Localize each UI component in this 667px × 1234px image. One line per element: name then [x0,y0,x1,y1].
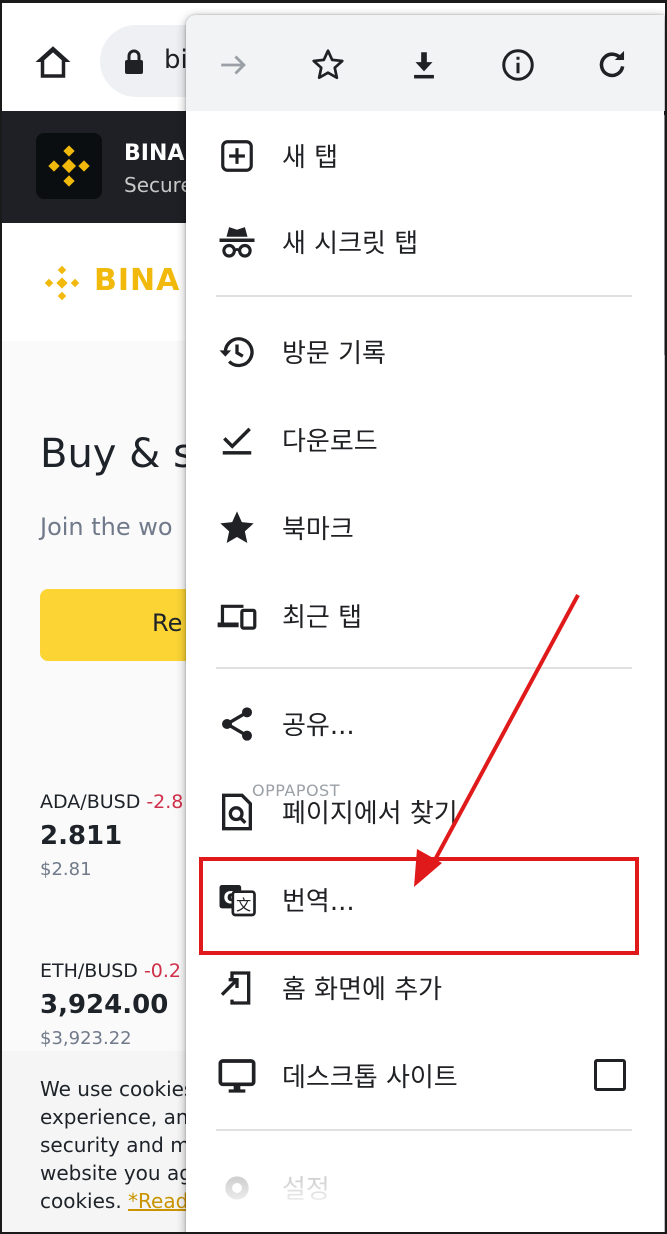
ticker-usd-price: $3,923.22 [40,1028,132,1049]
annotation-highlight-box [199,857,639,955]
watermark-text: OPPAPOST [252,781,340,800]
menu-item-label: 방문 기록 [282,339,386,369]
ticker-pair: ETH/BUSD -0.2 [40,960,181,982]
menu-item-label: 최근 탭 [282,603,363,633]
info-icon[interactable] [498,45,538,85]
menu-item-label: 새 탭 [282,143,339,173]
add-to-home-icon [216,967,258,1009]
ticker-pair-name: ADA/BUSD [40,791,141,813]
menu-item-label: 다운로드 [282,427,378,457]
menu-item-downloads[interactable]: 다운로드 [186,397,664,483]
cookie-line: experience, ana [40,1105,201,1129]
ticker-change: -0.2 [143,960,182,982]
ticker-pair: ADA/BUSD -2.8 [40,791,183,813]
menu-item-bookmarks[interactable]: 북마크 [186,485,664,571]
cookie-line: We use cookies [40,1077,195,1101]
share-icon [216,703,258,745]
menu-toolbar [186,15,664,111]
bookmark-star-icon [216,507,258,549]
menu-item-share[interactable]: 공유... [186,681,664,767]
menu-item-label: 북마크 [282,515,354,545]
menu-item-label: 새 시크릿 탭 [282,229,419,259]
hero-subtitle: Join the wo [40,513,173,541]
screenshot-frame: bi BINA Secure BINA Buy & s Join the wo … [0,0,667,1234]
lock-icon [122,49,146,75]
menu-item-history[interactable]: 방문 기록 [186,309,664,395]
desktop-site-checkbox[interactable] [594,1059,626,1091]
downloads-icon [216,419,258,461]
menu-item-label: 홈 화면에 추가 [282,975,443,1005]
home-icon[interactable] [32,41,74,83]
brand-wordmark[interactable]: BINA [94,263,180,298]
ticker-change: -2.8 [146,791,184,813]
cookie-line: website you ag [40,1161,192,1185]
menu-item-add-to-home-screen[interactable]: 홈 화면에 추가 [186,945,664,1031]
refresh-icon[interactable] [592,45,632,85]
app-banner-subtitle: Secure [124,173,193,197]
app-logo [36,133,102,199]
new-tab-icon [216,135,258,177]
menu-fade [186,1165,664,1232]
register-button-label: Re [152,609,183,637]
app-banner-title: BINA [124,141,185,166]
menu-item-desktop-site[interactable]: 데스크톱 사이트 [186,1033,664,1119]
menu-item-recent-tabs[interactable]: 최근 탭 [186,573,664,659]
cookie-line: cookies. [40,1189,129,1213]
cookie-line: security and ma [40,1133,202,1157]
incognito-icon [216,221,258,263]
download-icon[interactable] [404,45,444,85]
ticker-price: 3,924.00 [40,990,169,1020]
menu-divider [216,667,632,669]
ticker-usd-price: $2.81 [40,859,92,880]
star-outline-icon[interactable] [308,45,348,85]
ticker-item[interactable]: ETH/BUSD -0.2 3,924.00 $3,923.22 [40,960,181,1049]
forward-icon[interactable] [214,45,254,85]
browser-overflow-menu: 새 탭 새 시크릿 탭 방문 기록 다운로드 북마크 최근 탭 공유... 페이… [186,15,664,1232]
menu-item-new-incognito-tab[interactable]: 새 시크릿 탭 [186,199,664,285]
hero-title: Buy & s [40,431,194,477]
history-icon [216,331,258,373]
menu-divider [216,1129,632,1131]
menu-item-label: 공유... [282,711,355,741]
brand-logo-icon[interactable] [40,261,84,305]
recent-tabs-icon [216,595,258,637]
url-text: bi [164,45,188,75]
menu-item-new-tab[interactable]: 새 탭 [186,113,664,199]
menu-divider [216,295,632,297]
menu-item-label: 데스크톱 사이트 [282,1063,458,1093]
ticker-pair-name: ETH/BUSD [40,960,138,982]
ticker-price: 2.811 [40,821,123,851]
desktop-icon [216,1055,258,1097]
ticker-item[interactable]: ADA/BUSD -2.8 2.811 $2.81 [40,791,183,880]
